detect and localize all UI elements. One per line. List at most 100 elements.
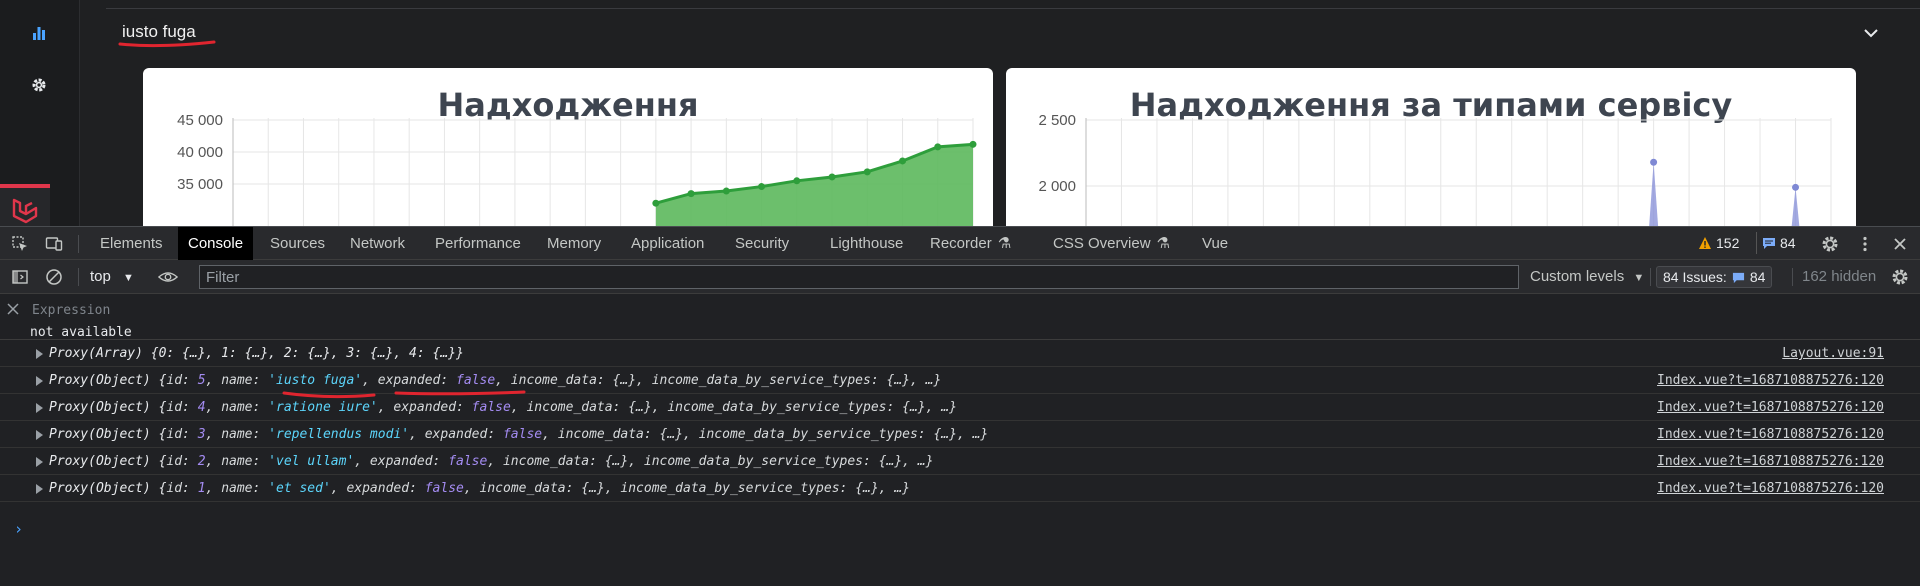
source-link[interactable]: Index.vue?t=1687108875276:120 (1657, 373, 1884, 388)
expand-triangle-icon[interactable] (36, 349, 43, 359)
close-icon[interactable] (6, 302, 20, 316)
data-point[interactable] (1792, 183, 1800, 191)
source-link[interactable]: Index.vue?t=1687108875276:120 (1657, 481, 1884, 496)
tab-security[interactable]: Security (725, 227, 799, 260)
red-annotation-underline (118, 40, 216, 48)
dropdown-arrow-icon: ▼ (123, 272, 134, 284)
divider (106, 8, 1920, 9)
tab-lighthouse[interactable]: Lighthouse (820, 227, 913, 260)
source-link[interactable]: Layout.vue:91 (1782, 346, 1884, 361)
log-key: id: (166, 373, 198, 388)
data-point[interactable] (722, 187, 730, 195)
inspect-element-icon[interactable] (10, 234, 30, 254)
source-link[interactable]: Index.vue?t=1687108875276:120 (1657, 454, 1884, 469)
service-income-chart: 2 500 2 000 (1038, 112, 1832, 226)
filter-input[interactable] (199, 265, 1519, 289)
log-key: id: (166, 481, 198, 496)
log-message: Proxy(Object) {id: 5, name: 'iusto fuga'… (49, 373, 941, 388)
sidebar-toggle-icon[interactable] (10, 267, 30, 287)
console-prompt[interactable]: › (14, 520, 23, 538)
log-key: , name: (205, 373, 269, 388)
data-point[interactable] (863, 168, 871, 176)
log-name-value: 'vel ullam' (268, 454, 355, 469)
context-select[interactable]: top ▼ (90, 266, 134, 288)
laravel-logo (0, 184, 50, 226)
log-rest: , income_data: {…}, income_data_by_servi… (510, 400, 957, 415)
data-point[interactable] (687, 190, 695, 198)
log-id-value: 3 (197, 427, 206, 442)
log-id-value: 2 (197, 454, 206, 469)
bar-chart-icon[interactable] (28, 22, 50, 44)
message-icon (1732, 272, 1744, 283)
tab-memory[interactable]: Memory (537, 227, 611, 260)
log-key: , expanded: (409, 427, 503, 442)
y-tick-label: 2 500 (1038, 112, 1076, 129)
log-levels-dropdown[interactable]: Custom levels ▼ (1530, 266, 1644, 288)
data-point[interactable] (828, 173, 836, 181)
data-point[interactable] (969, 140, 977, 148)
gear-icon[interactable] (28, 74, 50, 96)
expand-triangle-icon[interactable] (36, 457, 43, 467)
source-link[interactable]: Index.vue?t=1687108875276:120 (1657, 400, 1884, 415)
clear-console-icon[interactable] (44, 267, 64, 287)
tab-performance[interactable]: Performance (425, 227, 531, 260)
expand-triangle-icon[interactable] (36, 484, 43, 494)
warnings-count: 152 (1716, 235, 1740, 251)
hidden-messages-count: 162 hidden (1802, 268, 1877, 285)
more-options-icon[interactable] (1855, 234, 1875, 254)
log-id-value: 4 (197, 400, 206, 415)
console-log-row[interactable]: Proxy(Object) {id: 2, name: 'vel ullam',… (0, 448, 1920, 475)
close-devtools-icon[interactable] (1890, 234, 1910, 254)
log-name-value: 'et sed' (268, 481, 331, 496)
log-name-value: 'iusto fuga' (268, 373, 363, 388)
settings-gear-icon[interactable] (1820, 234, 1840, 254)
area-fill (655, 144, 973, 226)
data-point[interactable] (652, 199, 660, 207)
log-message: Proxy(Array) {0: {…}, 1: {…}, 2: {…}, 3:… (49, 346, 464, 361)
console-settings-gear-icon[interactable] (1890, 267, 1910, 287)
message-icon (1763, 238, 1775, 249)
data-point[interactable] (899, 157, 907, 165)
source-link[interactable]: Index.vue?t=1687108875276:120 (1657, 427, 1884, 442)
data-point[interactable] (793, 177, 801, 185)
log-name-value: 'repellendus modi' (268, 427, 410, 442)
log-expanded-value: false (424, 481, 464, 496)
log-expanded-value: false (471, 400, 511, 415)
log-key: id: (166, 400, 198, 415)
tab-vue[interactable]: Vue (1192, 227, 1238, 260)
console-log-row[interactable]: Proxy(Object) {id: 3, name: 'repellendus… (0, 421, 1920, 448)
tab-css-overview[interactable]: CSS Overview ⚗ (1043, 227, 1180, 260)
log-message: Proxy(Object) {id: 2, name: 'vel ullam',… (49, 454, 933, 469)
tab-recorder[interactable]: Recorder ⚗ (920, 227, 1021, 260)
data-point[interactable] (758, 183, 766, 191)
log-key: , name: (205, 454, 269, 469)
expand-triangle-icon[interactable] (36, 430, 43, 440)
device-toolbar-icon[interactable] (44, 234, 64, 254)
console-toolbar: top ▼ Custom levels ▼ 84 Issues: 84 162 … (0, 260, 1920, 294)
tab-sources[interactable]: Sources (260, 227, 335, 260)
console-log-row[interactable]: Proxy(Object) {id: 1, name: 'et sed', ex… (0, 475, 1920, 502)
log-expanded-value: false (502, 427, 543, 442)
tab-application[interactable]: Application (621, 227, 714, 260)
messages-badge[interactable]: 84 (1756, 232, 1801, 254)
separator (78, 268, 79, 286)
data-point[interactable] (934, 143, 942, 151)
expand-triangle-icon[interactable] (36, 376, 43, 386)
warning-icon (1699, 237, 1711, 249)
issues-button[interactable]: 84 Issues: 84 (1656, 266, 1773, 288)
tab-console[interactable]: Console (178, 227, 254, 260)
expand-triangle-icon[interactable] (36, 403, 43, 413)
tab-network[interactable]: Network (340, 227, 415, 260)
warnings-badge[interactable]: 152 (1692, 232, 1745, 254)
log-key: , name: (205, 400, 269, 415)
data-point[interactable] (1650, 158, 1658, 166)
expression-label[interactable]: Expression (32, 303, 110, 318)
live-expression-eye-icon[interactable] (158, 267, 178, 287)
chevron-down-icon[interactable] (1862, 24, 1880, 42)
log-levels-label: Custom levels (1530, 268, 1625, 285)
tab-elements[interactable]: Elements (90, 227, 173, 260)
log-rest: , income_data: {…}, income_data_by_servi… (542, 427, 989, 442)
log-key: , expanded: (362, 373, 457, 388)
console-log-row[interactable]: Proxy(Array) {0: {…}, 1: {…}, 2: {…}, 3:… (0, 340, 1920, 367)
income-chart-card: Надходження 45 000 40 000 35 000 (143, 68, 993, 226)
